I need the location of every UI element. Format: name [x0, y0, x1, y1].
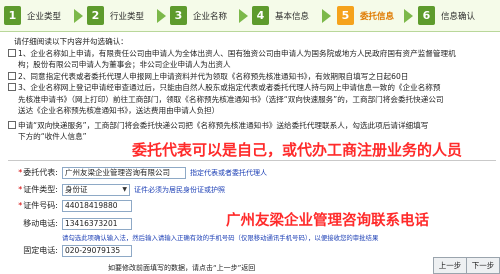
step-label: 委托信息: [360, 11, 395, 22]
step-number: 2: [87, 6, 104, 25]
step-arrow-icon: [157, 9, 166, 23]
id-number-row: *证件号码: 44018419880: [14, 199, 132, 212]
landline-input[interactable]: 020-29079135: [62, 244, 132, 257]
notice-item-2: 2、同意指定代表或者委托代理人申报网上申请资料并代为领取《名称预先核准通知书》，…: [8, 71, 498, 83]
step-arrow-icon: [74, 9, 83, 23]
landline-row: 固定电话: 020-29079135: [14, 244, 132, 257]
mobile-label: 移动电话:: [23, 219, 58, 228]
id-type-row: *证件类型: 身份证 ▼ 证件必须为居民身份证或护照: [14, 183, 225, 196]
step-enterprise-type[interactable]: 1 企业类型: [4, 6, 61, 25]
id-type-select[interactable]: 身份证 ▼: [62, 183, 130, 196]
divider: [8, 160, 496, 161]
mobile-hint-prefix: 请勾选此项确认输入法，然后输入: [62, 234, 158, 242]
step-label: 企业名称: [193, 11, 228, 22]
step-arrow-icon: [239, 9, 248, 23]
step-number: 6: [418, 6, 435, 25]
agent-row: *委托代表: 广州友梁企业管理咨询有限公司 指定代表或者委托代理人: [14, 166, 267, 179]
next-step-button[interactable]: 下一步: [466, 257, 500, 274]
id-type-value: 身份证: [65, 185, 88, 194]
agent-annotation: 委托代表可以是自己，或代办工商注册业务的人员: [132, 141, 463, 159]
mobile-hint-row: 请勾选此项确认输入法，然后输入 请输入正确有效的手机号码（仅限移动通讯手机号码），…: [62, 231, 378, 244]
agent-label: *委托代表:: [18, 168, 58, 177]
notice-item-3-cont: 先核准申请书》（网上打印）前往工商部门，领取《名称预先核准通知书》（选择“双向快…: [18, 94, 444, 104]
notice-intro: 请仔细阅读以下内容并勾选确认：: [14, 37, 128, 46]
notice-item-1: 1、企业名称如上申请，有限责任公司由申请人为全体出资人、国有独资公司由申请人为国…: [8, 48, 498, 60]
step-label: 信息确认: [441, 11, 476, 22]
step-arrow-icon: [322, 9, 331, 23]
step-progress-bar: 1 企业类型 2 行业类型 3 企业名称 4 基本信息 5 委托信息 6 信息确…: [0, 0, 500, 32]
step-info-confirm[interactable]: 6 信息确认: [418, 6, 475, 25]
step-label: 基本信息: [275, 11, 310, 22]
step-basic-info[interactable]: 4 基本信息: [252, 6, 309, 25]
step-number: 1: [4, 6, 21, 25]
step-arrow-icon: [404, 9, 413, 23]
chevron-down-icon: ▼: [122, 186, 127, 193]
step-label: 企业类型: [27, 11, 62, 22]
step-number: 4: [252, 6, 269, 25]
mobile-hint: 请输入正确有效的手机号码（仅限移动通讯手机号码），以便接收您的审批结果: [157, 234, 379, 242]
notice-item-3: 3、企业名称网上登记申请经审查通过后，只能由自然人股东或指定代表或者委托代理人持…: [8, 82, 498, 94]
step-label: 行业类型: [110, 11, 145, 22]
confirmation-notice: 请仔细阅读以下内容并勾选确认： 1、企业名称如上申请，有限责任公司由申请人为全体…: [8, 36, 498, 143]
step-number: 3: [170, 6, 187, 25]
id-number-input[interactable]: 44018419880: [62, 199, 132, 212]
step-agent-info[interactable]: 5 委托信息: [337, 6, 394, 25]
mobile-input[interactable]: 13416373201: [62, 217, 132, 230]
mobile-row: 移动电话: 13416373201: [14, 217, 132, 230]
express-service-checkbox[interactable]: [8, 120, 16, 129]
prev-step-button[interactable]: 上一步: [433, 257, 467, 274]
phone-annotation: 广州友梁企业管理咨询联系电话: [226, 213, 429, 229]
confirm-checkbox-2[interactable]: [8, 71, 16, 80]
agent-hint: 指定代表或者委托代理人: [190, 168, 267, 177]
id-type-label: *证件类型:: [18, 185, 58, 194]
confirm-checkbox-3[interactable]: [8, 83, 16, 91]
landline-label: 固定电话:: [23, 246, 58, 255]
agent-input[interactable]: 广州友梁企业管理咨询有限公司: [62, 166, 186, 179]
step-industry-type[interactable]: 2 行业类型: [87, 6, 144, 25]
notice-item-3-cont2: 送达《企业名称预先核准通知书》，送达费用由申请人负担）: [18, 106, 220, 115]
step-enterprise-name[interactable]: 3 企业名称: [170, 6, 227, 25]
confirm-checkbox-1[interactable]: [8, 48, 16, 57]
notice-express-service: 申请“双向快递服务”，工商部门将会委托快递公司把《名称预先核准通知书》送给委托代…: [8, 120, 498, 132]
notice-item-1-cont: 构；股份有限公司申请人为董事会；非公司企业申请人为出资人: [18, 60, 231, 69]
id-type-hint: 证件必须为居民身份证或护照: [134, 185, 225, 194]
step-number: 5: [337, 6, 354, 25]
id-number-label: *证件号码:: [18, 201, 58, 210]
